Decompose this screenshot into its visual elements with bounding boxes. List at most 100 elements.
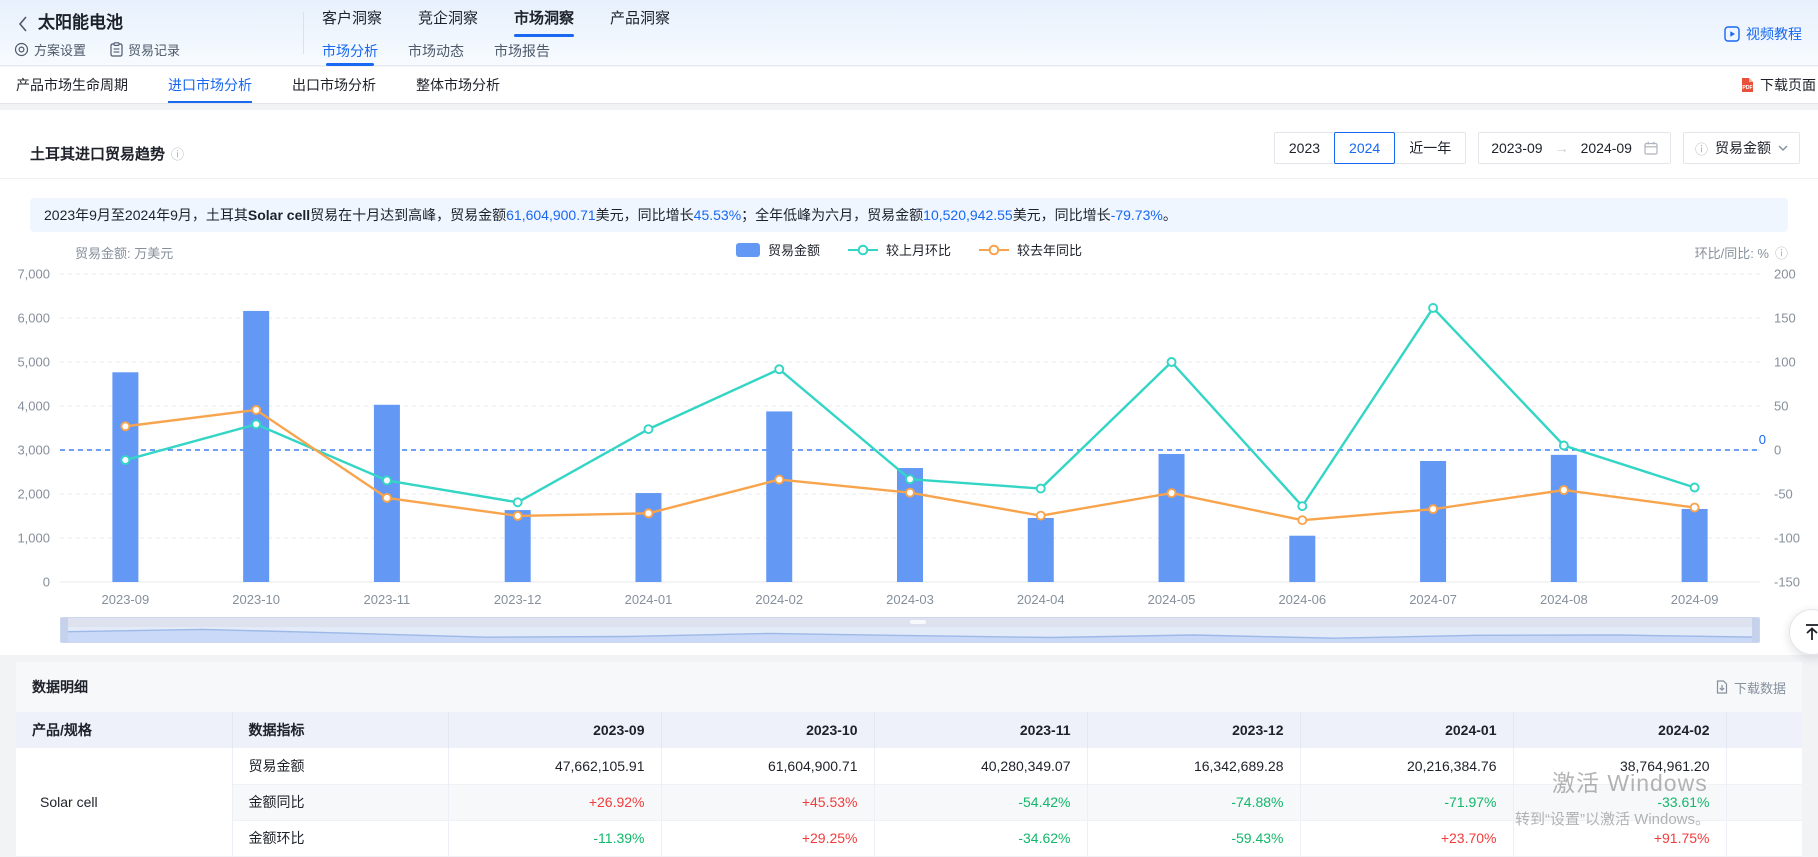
bar-2024-08[interactable] — [1551, 455, 1577, 582]
svg-text:150: 150 — [1774, 311, 1796, 326]
svg-text:PDF: PDF — [1742, 85, 1752, 91]
analysis-tab-1[interactable]: 进口市场分析 — [168, 67, 252, 103]
date-start: 2023-09 — [1491, 140, 1542, 156]
col-header-1: 数据指标 — [232, 712, 448, 748]
svg-text:2024-02: 2024-02 — [755, 592, 803, 607]
point-2024-03[interactable] — [906, 475, 914, 483]
point-2024-04[interactable] — [1037, 512, 1045, 520]
download-page-link[interactable]: PDF 下载页面 — [1740, 67, 1816, 103]
bar-2024-04[interactable] — [1028, 518, 1054, 582]
point-2024-06[interactable] — [1298, 516, 1306, 524]
value-cell-2024-01: +23.70% — [1300, 820, 1513, 856]
point-2023-12[interactable] — [514, 512, 522, 520]
data-table: 产品/规格数据指标2023-092023-102023-112023-12202… — [16, 712, 1802, 857]
point-2023-09[interactable] — [121, 456, 129, 464]
svg-text:1,000: 1,000 — [17, 531, 50, 546]
table-row-贸易金额: Solar cell贸易金额47,662,105.9161,604,900.71… — [16, 748, 1802, 784]
bar-2024-03[interactable] — [897, 468, 923, 582]
market-subtabs: 市场分析市场动态市场报告 — [322, 36, 550, 66]
datazoom-grip[interactable] — [910, 620, 926, 624]
table-row-金额环比: 金额环比-11.39%+29.25%-34.62%-59.43%+23.70%+… — [16, 820, 1802, 856]
period-button-2023[interactable]: 2023 — [1274, 132, 1335, 164]
value-cell-2023-09: 47,662,105.91 — [448, 748, 661, 784]
svg-text:2023-09: 2023-09 — [102, 592, 150, 607]
filler-cell — [1726, 820, 1802, 856]
point-2024-02[interactable] — [775, 365, 783, 373]
col-header-0: 产品/规格 — [16, 712, 232, 748]
datazoom-slider[interactable] — [60, 617, 1760, 643]
svg-text:2024-04: 2024-04 — [1017, 592, 1065, 607]
period-button-2024[interactable]: 2024 — [1334, 132, 1395, 164]
point-2024-05[interactable] — [1168, 489, 1176, 497]
point-2023-10[interactable] — [252, 406, 260, 414]
point-2024-03[interactable] — [906, 489, 914, 497]
point-2024-02[interactable] — [775, 476, 783, 484]
point-2024-09[interactable] — [1691, 483, 1699, 491]
point-2024-04[interactable] — [1037, 485, 1045, 493]
date-range-picker[interactable]: 2023-09 → 2024-09 — [1478, 132, 1671, 164]
top-header: 太阳能电池 方案设置 贸易记录 客户洞察竞企洞察市场洞察产品洞察 市场分析市场动… — [0, 0, 1818, 66]
bar-2024-01[interactable] — [635, 493, 661, 582]
download-page-label: 下载页面 — [1760, 75, 1816, 95]
back-button[interactable] — [16, 14, 30, 34]
arrow-to-top-icon — [1801, 621, 1818, 643]
col-header-filler — [1726, 712, 1802, 748]
bar-2023-12[interactable] — [505, 510, 531, 582]
point-2023-11[interactable] — [383, 476, 391, 484]
value-cell-2024-02: -33.61% — [1513, 784, 1726, 820]
bar-2024-06[interactable] — [1289, 536, 1315, 582]
video-tutorial-link[interactable]: 视频教程 — [1724, 24, 1802, 44]
download-data-label: 下载数据 — [1734, 678, 1786, 697]
top-tab-2[interactable]: 市场洞察 — [514, 0, 574, 38]
svg-text:100: 100 — [1774, 355, 1796, 370]
market-subtab-0[interactable]: 市场分析 — [322, 36, 378, 66]
point-2024-08[interactable] — [1560, 442, 1568, 450]
top-tab-1[interactable]: 竞企洞察 — [418, 0, 478, 38]
download-data-link[interactable]: 下载数据 — [1715, 678, 1786, 697]
market-subtab-2[interactable]: 市场报告 — [494, 36, 550, 66]
point-2024-08[interactable] — [1560, 486, 1568, 494]
top-tab-0[interactable]: 客户洞察 — [322, 0, 382, 38]
point-2024-07[interactable] — [1429, 505, 1437, 513]
bar-2024-09[interactable] — [1682, 509, 1708, 582]
calendar-icon — [1644, 141, 1658, 155]
datazoom-handle-left[interactable] — [61, 618, 68, 642]
analysis-tab-2[interactable]: 出口市场分析 — [292, 67, 376, 103]
market-subtab-1[interactable]: 市场动态 — [408, 36, 464, 66]
info-icon[interactable]: ⓘ — [171, 144, 184, 163]
metric-select[interactable]: ⓘ 贸易金额 — [1683, 132, 1800, 164]
info-icon: ⓘ — [1695, 139, 1708, 158]
bar-2023-10[interactable] — [243, 311, 269, 582]
pdf-icon: PDF — [1740, 77, 1755, 93]
point-2023-12[interactable] — [514, 498, 522, 506]
svg-text:2024-09: 2024-09 — [1671, 592, 1719, 607]
point-2024-09[interactable] — [1691, 504, 1699, 512]
page-title: 太阳能电池 — [38, 8, 123, 33]
point-2024-01[interactable] — [644, 509, 652, 517]
bar-2024-02[interactable] — [766, 411, 792, 582]
header-links: 方案设置 贸易记录 — [14, 40, 180, 59]
bar-2023-09[interactable] — [112, 372, 138, 582]
period-button-近一年[interactable]: 近一年 — [1394, 132, 1466, 164]
svg-text:2024-01: 2024-01 — [625, 592, 673, 607]
point-2024-01[interactable] — [644, 425, 652, 433]
scheme-settings-link[interactable]: 方案设置 — [14, 40, 86, 59]
point-2023-09[interactable] — [121, 422, 129, 430]
point-2024-07[interactable] — [1429, 304, 1437, 312]
svg-text:-50: -50 — [1774, 487, 1793, 502]
analysis-tab-3[interactable]: 整体市场分析 — [416, 67, 500, 103]
bar-2024-05[interactable] — [1159, 454, 1185, 582]
metric-cell: 金额环比 — [232, 820, 448, 856]
trade-records-link[interactable]: 贸易记录 — [110, 40, 180, 59]
top-tab-3[interactable]: 产品洞察 — [610, 0, 670, 38]
value-cell-2023-12: -74.88% — [1087, 784, 1300, 820]
datazoom-handle-right[interactable] — [1752, 618, 1759, 642]
point-2023-11[interactable] — [383, 494, 391, 502]
point-2023-10[interactable] — [252, 420, 260, 428]
point-2024-06[interactable] — [1298, 502, 1306, 510]
bar-2024-07[interactable] — [1420, 461, 1446, 582]
chart-controls: 20232024近一年 2023-09 → 2024-09 ⓘ 贸易金额 — [1274, 132, 1800, 164]
data-detail-card: 数据明细 下载数据 产品/规格数据指标2023-092023-102023-11… — [16, 662, 1802, 857]
analysis-tab-0[interactable]: 产品市场生命周期 — [16, 67, 128, 103]
point-2024-05[interactable] — [1168, 358, 1176, 366]
